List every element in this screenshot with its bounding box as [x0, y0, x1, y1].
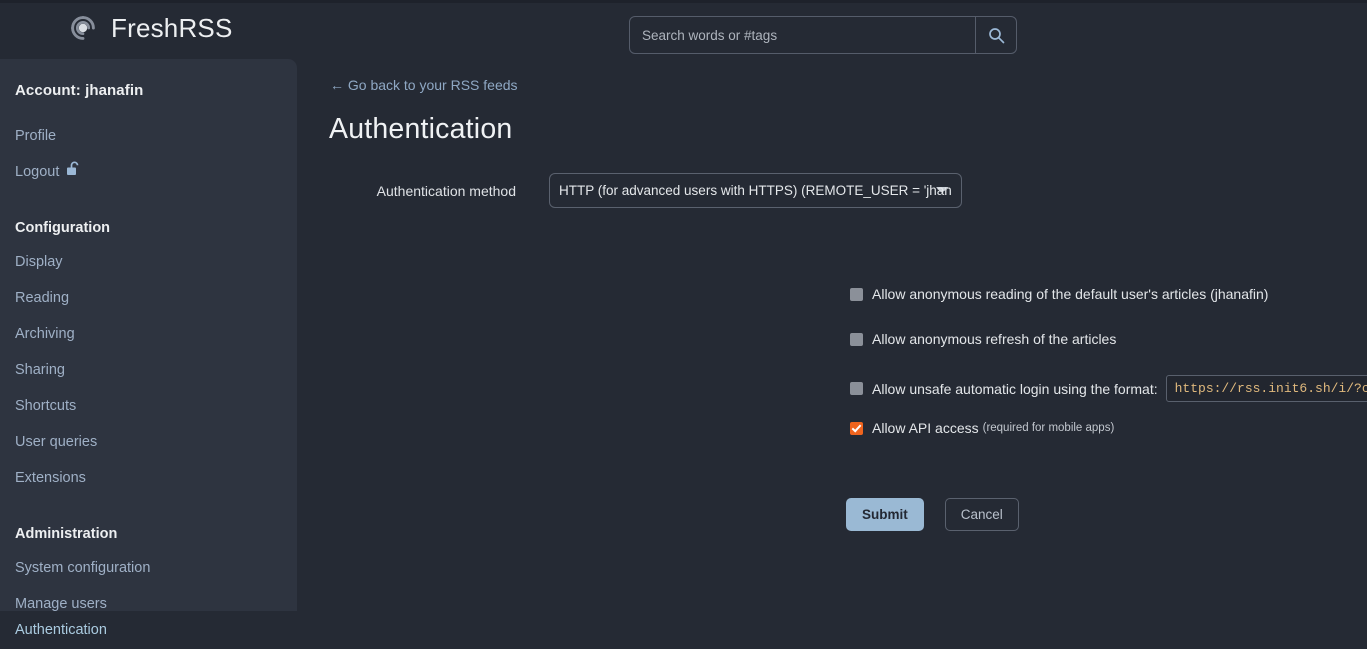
sidebar-item-archiving[interactable]: Archiving — [0, 316, 297, 352]
anonymous-reading-label: Allow anonymous reading of the default u… — [872, 286, 1268, 302]
sidebar-item-label: Logout — [15, 154, 59, 190]
app-header: FreshRSS — [0, 0, 1367, 59]
sidebar-heading-configuration: Configuration — [0, 212, 297, 244]
page-title: Authentication — [329, 113, 512, 146]
freshrss-logo-icon — [66, 11, 100, 45]
sidebar-item-sharing[interactable]: Sharing — [0, 352, 297, 388]
auth-method-label: Authentication method — [329, 183, 549, 199]
login-format-code: https://rss.init6.sh/i/?c=auth&a=login&u… — [1166, 375, 1367, 402]
submit-button[interactable]: Submit — [846, 498, 924, 531]
back-to-feeds-link[interactable]: ← Go back to your RSS feeds — [330, 77, 518, 93]
search-button[interactable] — [975, 17, 1016, 53]
anonymous-refresh-label: Allow anonymous refresh of the articles — [872, 331, 1116, 347]
sidebar-item-system-configuration[interactable]: System configuration — [0, 550, 297, 586]
auth-method-row: Authentication method HTTP (for advanced… — [329, 173, 1329, 208]
sidebar-item-shortcuts[interactable]: Shortcuts — [0, 388, 297, 424]
sidebar-item-profile[interactable]: Profile — [0, 118, 297, 154]
form-actions: Submit Cancel — [846, 498, 1019, 531]
main-content: ← Go back to your RSS feeds Authenticati… — [297, 59, 1367, 649]
anonymous-reading-checkbox[interactable] — [850, 288, 863, 301]
brand-name: FreshRSS — [111, 15, 233, 41]
sidebar-item-extensions[interactable]: Extensions — [0, 460, 297, 496]
api-access-checkbox[interactable] — [850, 422, 863, 435]
brand-logo[interactable]: FreshRSS — [66, 11, 233, 45]
sidebar-item-reading[interactable]: Reading — [0, 280, 297, 316]
sidebar-item-authentication[interactable]: Authentication — [0, 611, 297, 649]
sidebar-item-display[interactable]: Display — [0, 244, 297, 280]
unlocked-padlock-icon — [66, 154, 79, 190]
account-label: Account: jhanafin — [0, 82, 297, 99]
api-access-row: Allow API access (required for mobile ap… — [850, 420, 1114, 436]
anonymous-refresh-checkbox[interactable] — [850, 333, 863, 346]
cancel-button[interactable]: Cancel — [945, 498, 1019, 531]
unsafe-login-row: Allow unsafe automatic login using the f… — [850, 375, 1367, 402]
auth-method-select[interactable]: HTTP (for advanced users with HTTPS) (RE… — [549, 173, 962, 208]
unsafe-login-label: Allow unsafe automatic login using the f… — [872, 381, 1158, 397]
search-icon — [988, 27, 1005, 44]
search-bar — [629, 16, 1017, 54]
sidebar-item-logout[interactable]: Logout — [0, 154, 297, 190]
anonymous-refresh-row: Allow anonymous refresh of the articles — [850, 331, 1116, 347]
api-access-note: (required for mobile apps) — [983, 422, 1115, 434]
search-input[interactable] — [630, 17, 975, 53]
sidebar-item-user-queries[interactable]: User queries — [0, 424, 297, 460]
unsafe-login-checkbox[interactable] — [850, 382, 863, 395]
sidebar: Account: jhanafin Profile Logout Configu… — [0, 59, 297, 611]
api-access-label: Allow API access — [872, 420, 979, 436]
sidebar-heading-administration: Administration — [0, 518, 297, 550]
anonymous-reading-row: Allow anonymous reading of the default u… — [850, 286, 1268, 302]
